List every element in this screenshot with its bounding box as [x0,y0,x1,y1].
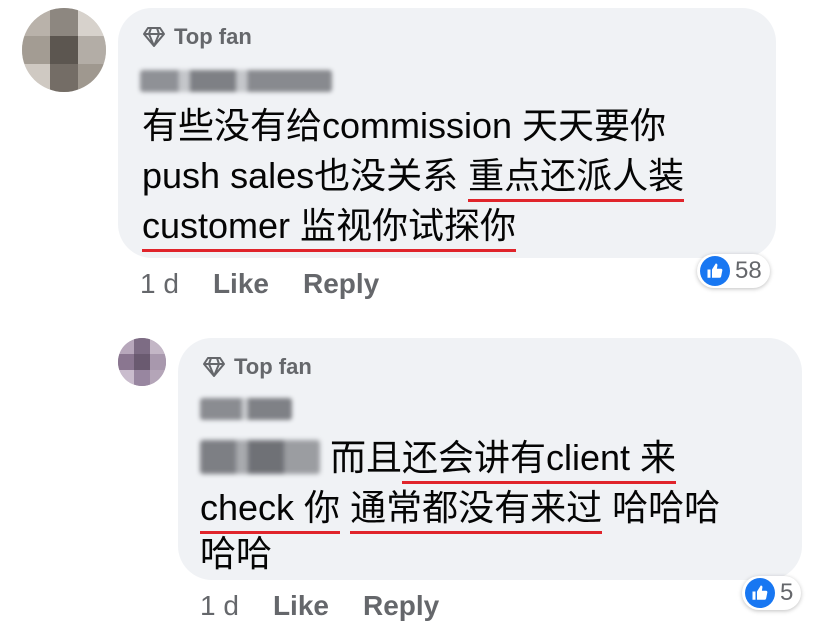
comment-text-line: push sales也没关系 重点还派人装 [142,154,685,202]
like-reaction-icon [700,256,730,286]
comment-text-line: 有些没有给commission 天天要你 [142,104,666,148]
reaction-number: 58 [735,257,762,284]
commenter-name-blurred[interactable] [140,70,332,92]
reply-commenter-name-blurred[interactable] [200,398,292,420]
reaction-count[interactable]: 5 [742,576,802,610]
underlined-text: 重点还派人装 [468,155,685,202]
top-fan-badge: Top fan [202,354,312,380]
text-segment: 而且 [320,437,403,478]
reply-commenter-avatar[interactable] [118,338,166,386]
text-segment: 有些没有给commission 天天要你 [142,105,667,146]
comment-age[interactable]: 1 d [200,590,239,622]
reply-text-line: 哈哈 [200,532,272,576]
underlined-text: check 你 [200,487,341,534]
diamond-icon [203,357,225,377]
text-segment: push sales也没关系 [142,155,469,196]
comment-actions: 1 d Like Reply [140,268,379,300]
reply-text-line: check 你 通常都没有来过 哈哈哈 [200,486,721,534]
diamond-icon [143,27,165,47]
commenter-avatar[interactable] [22,8,106,92]
top-fan-label: Top fan [234,354,312,379]
like-button[interactable]: Like [273,590,329,622]
reaction-count[interactable]: 58 [697,254,770,288]
like-reaction-icon [745,578,775,608]
top-fan-label: Top fan [174,24,252,49]
underlined-text: 还会讲有client 来 [402,437,677,484]
comment-text-line: customer 监视你试探你 [142,204,517,252]
underlined-text: customer 监视你试探你 [142,205,517,252]
text-segment: 哈哈 [200,533,273,574]
like-button[interactable]: Like [213,268,269,300]
comment-age[interactable]: 1 d [140,268,179,300]
reply-actions: 1 d Like Reply [200,590,439,622]
reply-button[interactable]: Reply [303,268,379,300]
blurred-mention [200,440,320,474]
reaction-number: 5 [780,579,794,606]
top-fan-badge: Top fan [142,24,252,50]
reply-text-line: 而且还会讲有client 来 [200,436,677,484]
text-segment: 哈哈哈 [602,487,721,528]
underlined-text: 通常都没有来过 [350,487,603,534]
reply-button[interactable]: Reply [363,590,439,622]
